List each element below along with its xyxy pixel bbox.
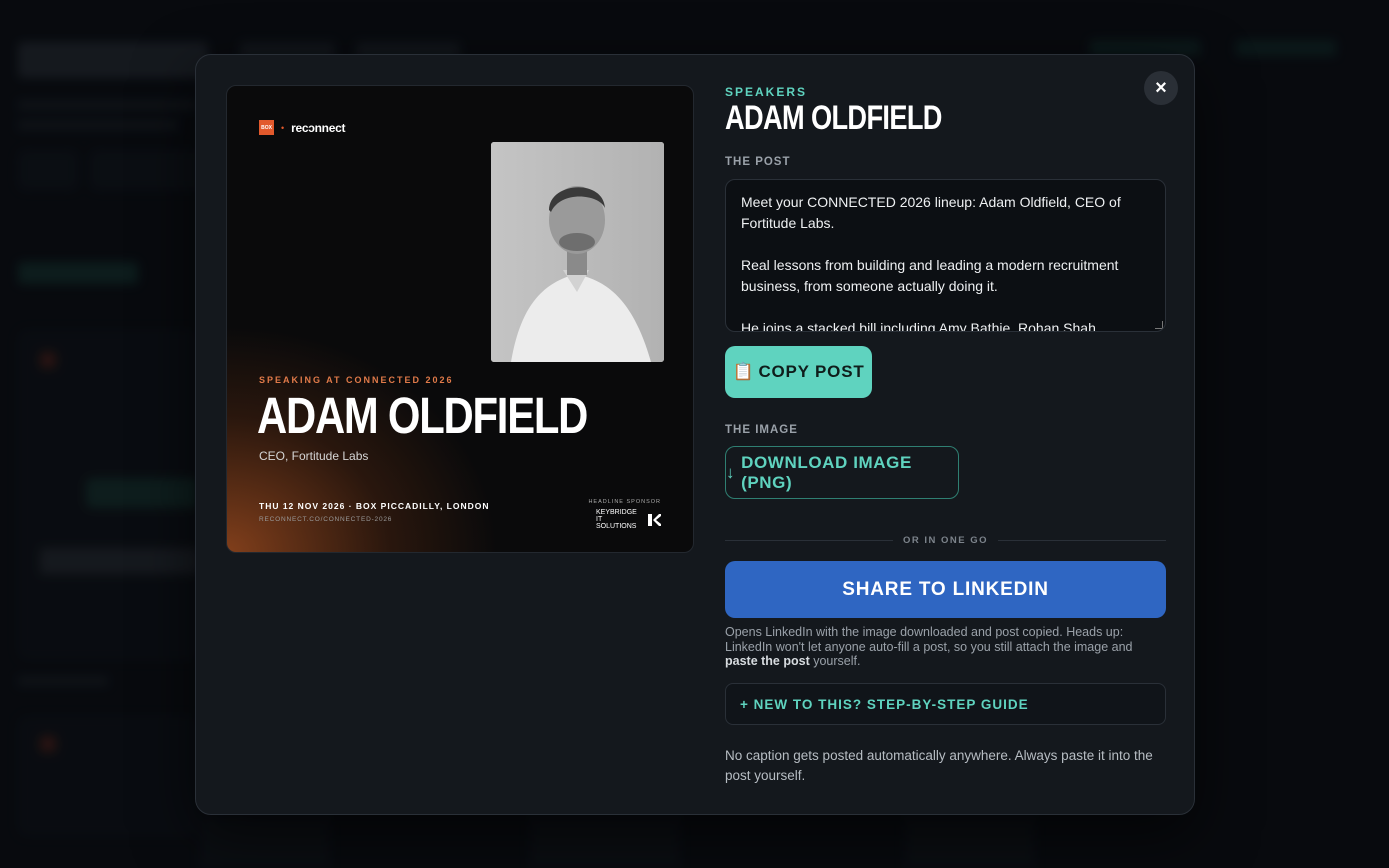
sponsor-label: HEADLINE SPONSOR bbox=[588, 499, 661, 505]
linkedin-note: Opens LinkedIn with the image downloaded… bbox=[725, 625, 1166, 669]
close-icon: × bbox=[1155, 76, 1167, 99]
keybridge-k-icon bbox=[648, 513, 661, 526]
note-text: Opens LinkedIn with the image downloaded… bbox=[725, 625, 1133, 654]
note-text-end: yourself. bbox=[809, 654, 861, 668]
preview-speaker-role: CEO, Fortitude Labs bbox=[259, 449, 369, 463]
preview-url: RECONNECT.CO/CONNECTED-2026 bbox=[259, 516, 393, 523]
image-section-label: THE IMAGE bbox=[725, 424, 798, 436]
divider-line bbox=[725, 539, 893, 541]
box-logo: BOX bbox=[259, 120, 274, 135]
download-arrow-icon: ↓ bbox=[726, 462, 736, 482]
sponsor-name: KEYBRIDGE IT SOLUTIONS bbox=[596, 509, 637, 530]
footer-disclaimer: No caption gets posted automatically any… bbox=[725, 748, 1153, 783]
step-by-step-guide-toggle[interactable]: + NEW TO THIS? STEP-BY-STEP GUIDE bbox=[725, 683, 1166, 725]
preview-date-venue: THU 12 NOV 2026 · BOX PICCADILLY, LONDON bbox=[259, 501, 490, 511]
sponsor-logo: KEYBRIDGE IT SOLUTIONS bbox=[596, 509, 661, 530]
speaker-photo bbox=[491, 142, 664, 362]
divider-text: OR IN ONE GO bbox=[902, 534, 989, 546]
preview-speaker-name: ADAM OLDFIELD bbox=[257, 387, 588, 444]
copy-post-button[interactable]: 📋 COPY POST bbox=[725, 346, 872, 398]
reconnect-logo: recɔnnect bbox=[291, 120, 346, 135]
logo-separator: • bbox=[281, 122, 285, 133]
post-textarea[interactable]: Meet your CONNECTED 2026 lineup: Adam Ol… bbox=[725, 179, 1166, 332]
speaker-share-image-preview: BOX • recɔnnect SPEAKING AT CONNECTED 20… bbox=[226, 85, 694, 553]
share-speaker-modal: × BOX • recɔnnect SPEAKING AT CONNECTED … bbox=[195, 54, 1195, 815]
share-to-linkedin-button[interactable]: SHARE TO LINKEDIN bbox=[725, 561, 1166, 618]
share-linkedin-label: SHARE TO LINKEDIN bbox=[842, 578, 1049, 600]
close-button[interactable]: × bbox=[1144, 71, 1178, 105]
speaker-name-title: ADAM OLDFIELD bbox=[725, 99, 942, 137]
post-section-label: THE POST bbox=[725, 156, 791, 168]
preview-kicker: SPEAKING AT CONNECTED 2026 bbox=[259, 375, 454, 385]
or-divider: OR IN ONE GO bbox=[725, 533, 1167, 547]
copy-post-label: COPY POST bbox=[758, 362, 865, 381]
clipboard-icon: 📋 bbox=[732, 362, 755, 381]
guide-label: + NEW TO THIS? STEP-BY-STEP GUIDE bbox=[740, 696, 1029, 712]
section-eyebrow: SPEAKERS bbox=[725, 85, 808, 99]
download-image-button[interactable]: ↓ DOWNLOAD IMAGE (PNG) bbox=[725, 446, 959, 499]
preview-logos: BOX • recɔnnect bbox=[259, 120, 345, 135]
download-image-label: DOWNLOAD IMAGE (PNG) bbox=[741, 452, 912, 492]
divider-line bbox=[998, 539, 1167, 541]
note-emphasis: paste the post bbox=[725, 654, 810, 668]
